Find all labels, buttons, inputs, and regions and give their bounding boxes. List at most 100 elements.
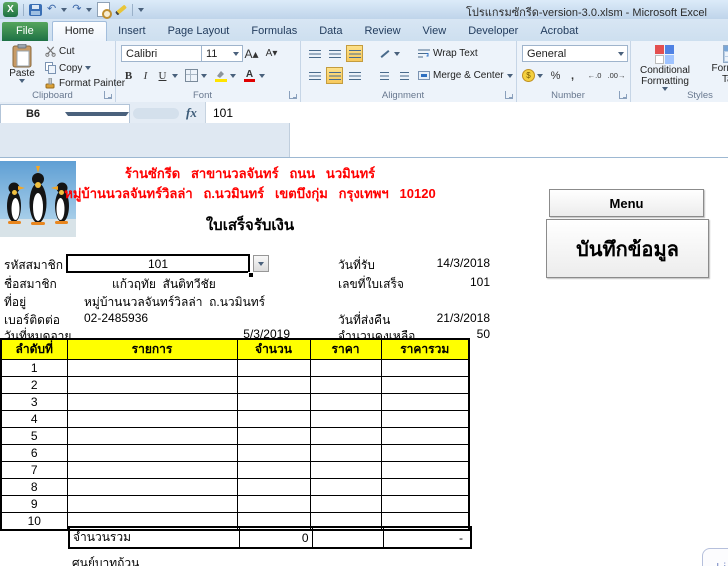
item-cell[interactable]	[236, 427, 311, 445]
col-header-price[interactable]: ราคา	[309, 338, 382, 360]
col-header-qty[interactable]: จำนวน	[236, 338, 311, 360]
percent-style-button[interactable]: %	[547, 67, 564, 84]
accounting-dropdown-icon[interactable]	[537, 74, 543, 78]
fill-color-button[interactable]	[212, 67, 229, 84]
address-value[interactable]: หมู่บ้านนวลจันทร์วิลล่า ถ.นวมินทร์	[84, 293, 265, 312]
formula-bar-collapse-handle[interactable]	[133, 108, 179, 119]
item-cell[interactable]	[236, 359, 311, 377]
underline-button[interactable]: U	[154, 67, 171, 84]
total-qty-cell[interactable]: 0	[238, 526, 313, 549]
item-cell[interactable]	[66, 461, 238, 479]
tab-acrobat[interactable]: Acrobat	[529, 22, 589, 41]
item-cell[interactable]	[66, 376, 238, 394]
item-cell[interactable]	[309, 444, 382, 462]
clipboard-dialog-launcher-icon[interactable]	[104, 91, 112, 99]
align-top-button[interactable]	[306, 45, 323, 62]
font-color-dropdown-icon[interactable]	[259, 74, 265, 78]
item-cell[interactable]	[66, 393, 238, 411]
item-no-cell[interactable]: 2	[0, 376, 68, 394]
borders-dropdown-icon[interactable]	[201, 74, 207, 78]
bold-button[interactable]: B	[120, 67, 137, 84]
orientation-dropdown-icon[interactable]	[394, 52, 400, 56]
merge-center-button[interactable]: Merge & Center	[418, 70, 513, 81]
borders-button[interactable]	[183, 67, 200, 84]
cut-button[interactable]: Cut	[45, 46, 75, 57]
redo-icon[interactable]: ↷	[72, 3, 81, 16]
item-cell[interactable]	[380, 376, 470, 394]
shrink-font-button[interactable]: A ▾	[263, 45, 280, 62]
partial-bottom-right-button[interactable]: Li	[702, 548, 728, 566]
tab-home[interactable]: Home	[51, 21, 108, 41]
item-cell[interactable]	[309, 393, 382, 411]
item-cell[interactable]	[236, 393, 311, 411]
format-as-table-button[interactable]: Format as Table	[702, 45, 728, 89]
item-cell[interactable]	[236, 495, 311, 513]
align-bottom-button[interactable]	[346, 45, 363, 62]
increase-indent-button[interactable]	[396, 67, 413, 84]
member-id-dropdown-button[interactable]	[253, 255, 269, 272]
item-no-cell[interactable]: 5	[0, 427, 68, 445]
item-cell[interactable]	[380, 461, 470, 479]
item-cell[interactable]	[380, 393, 470, 411]
decrease-decimal-button[interactable]: .00→	[606, 67, 627, 84]
item-cell[interactable]	[236, 444, 311, 462]
grand-total-cell[interactable]: -	[382, 526, 472, 549]
save-data-button[interactable]: บันทึกข้อมูล	[546, 219, 709, 278]
name-box-dropdown-icon[interactable]	[65, 112, 129, 116]
save-icon[interactable]	[29, 3, 42, 16]
item-cell[interactable]	[380, 359, 470, 377]
italic-button[interactable]: I	[137, 67, 154, 84]
item-cell[interactable]	[309, 376, 382, 394]
undo-dropdown-icon[interactable]	[61, 7, 68, 12]
receive-date-value[interactable]: 14/3/2018	[408, 256, 490, 270]
accounting-format-button[interactable]: $	[520, 67, 537, 84]
font-size-combobox[interactable]: 11	[201, 45, 243, 62]
format-painter-button[interactable]: Format Painter	[45, 78, 125, 89]
item-cell[interactable]	[380, 444, 470, 462]
tab-file[interactable]: File	[2, 22, 48, 41]
align-right-button[interactable]	[346, 67, 363, 84]
name-box[interactable]: B6	[0, 104, 130, 124]
item-cell[interactable]	[309, 461, 382, 479]
number-dialog-launcher-icon[interactable]	[619, 91, 627, 99]
item-cell[interactable]	[309, 478, 382, 496]
underline-dropdown-icon[interactable]	[172, 74, 178, 78]
item-cell[interactable]	[309, 495, 382, 513]
tab-developer[interactable]: Developer	[457, 22, 529, 41]
item-no-cell[interactable]: 10	[0, 512, 68, 531]
insert-function-button[interactable]: fx	[186, 105, 197, 121]
tab-view[interactable]: View	[412, 22, 458, 41]
receipt-no-value[interactable]: 101	[408, 275, 490, 289]
tab-review[interactable]: Review	[353, 22, 411, 41]
col-header-no[interactable]: ลำดับที่	[0, 338, 68, 360]
return-date-value[interactable]: 21/3/2018	[408, 311, 490, 325]
phone-value[interactable]: 02-2485936	[84, 311, 148, 325]
menu-button[interactable]: Menu	[549, 189, 704, 217]
item-cell[interactable]	[309, 359, 382, 377]
col-header-item[interactable]: รายการ	[66, 338, 238, 360]
item-cell[interactable]	[66, 478, 238, 496]
wrap-text-button[interactable]: Wrap Text	[418, 48, 478, 59]
member-id-cell[interactable]: 101	[66, 254, 250, 273]
align-center-button[interactable]	[326, 67, 343, 84]
redo-dropdown-icon[interactable]	[86, 7, 93, 12]
item-cell[interactable]	[380, 478, 470, 496]
tab-data[interactable]: Data	[308, 22, 353, 41]
qat-customize-icon[interactable]	[138, 7, 145, 12]
selection-fill-handle[interactable]	[248, 272, 254, 278]
member-name-value[interactable]: แก้วฤทัย สันติทวีชัย	[112, 275, 216, 294]
paste-button[interactable]: Paste	[3, 44, 41, 96]
item-no-cell[interactable]: 4	[0, 410, 68, 428]
item-cell[interactable]	[309, 427, 382, 445]
tab-page-layout[interactable]: Page Layout	[157, 22, 241, 41]
tab-formulas[interactable]: Formulas	[240, 22, 308, 41]
item-no-cell[interactable]: 6	[0, 444, 68, 462]
formula-input[interactable]: 101	[205, 102, 728, 123]
grow-font-button[interactable]: A ▴	[243, 45, 260, 62]
item-cell[interactable]	[236, 376, 311, 394]
item-cell[interactable]	[236, 410, 311, 428]
tab-insert[interactable]: Insert	[107, 22, 157, 41]
item-cell[interactable]	[380, 495, 470, 513]
formula-bar-expanded-area[interactable]	[290, 123, 728, 157]
edit-pencil-icon[interactable]	[115, 4, 128, 15]
